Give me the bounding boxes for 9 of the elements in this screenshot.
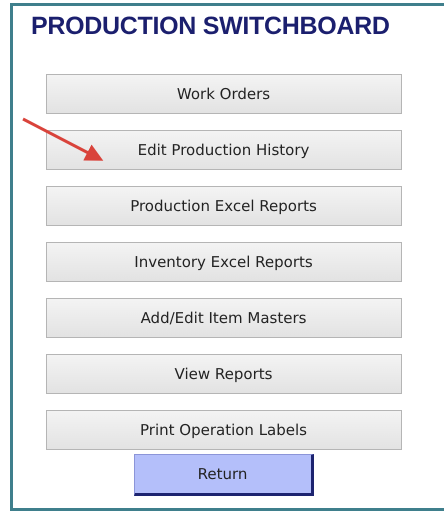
switchboard-button[interactable]: Return	[134, 454, 314, 496]
switchboard-title: PRODUCTION SWITCHBOARD	[30, 11, 391, 41]
switchboard-button[interactable]: Production Excel Reports	[46, 186, 402, 226]
switchboard-button[interactable]: Work Orders	[46, 74, 402, 114]
switchboard-button[interactable]: Print Operation Labels	[46, 410, 402, 450]
switchboard-button[interactable]: Add/Edit Item Masters	[46, 298, 402, 338]
switchboard-button[interactable]: Edit Production History	[46, 130, 402, 170]
switchboard-button[interactable]: View Reports	[46, 354, 402, 394]
switchboard-button[interactable]: Inventory Excel Reports	[46, 242, 402, 282]
